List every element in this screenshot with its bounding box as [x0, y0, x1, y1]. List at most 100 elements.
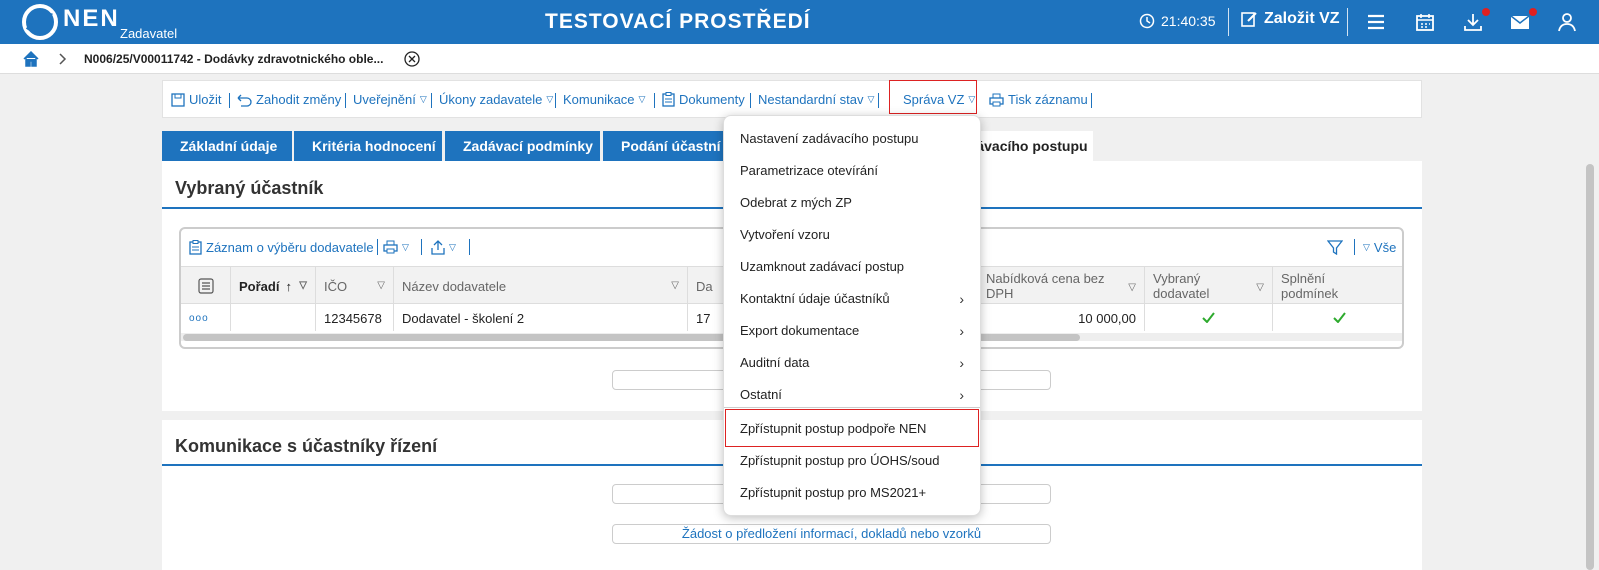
print-record-button[interactable]: Tisk záznamu	[989, 92, 1088, 107]
new-vz-button[interactable]: Založit VZ	[1240, 10, 1340, 28]
column-header-price[interactable]: Nabídková cena bez DPH ▽	[978, 267, 1145, 305]
column-header-ico[interactable]: IČO ▽	[316, 267, 394, 305]
cell-ico: 12345678	[316, 305, 394, 331]
printer-icon	[383, 240, 398, 254]
save-button[interactable]: Uložit	[171, 92, 222, 107]
menu-item-create-template[interactable]: Vytvoření vzoru	[740, 227, 970, 242]
toolbar-divider	[377, 239, 378, 255]
toolbar-divider	[654, 93, 655, 108]
column-filter-icon[interactable]: ▽	[1128, 280, 1136, 295]
export-icon	[431, 240, 445, 255]
column-filter-icon[interactable]: ▽	[671, 280, 679, 291]
mail-icon[interactable]	[1509, 11, 1531, 33]
breadcrumb-title[interactable]: N006/25/V00011742 - Dodávky zdravotnické…	[84, 52, 383, 66]
menu-icon[interactable]	[1365, 11, 1387, 33]
notification-dot	[1529, 8, 1537, 16]
column-label: Splnění podmínek	[1281, 271, 1339, 301]
publication-menu[interactable]: Uveřejnění ▽	[353, 92, 427, 107]
discard-changes-button[interactable]: Zahodit změny	[236, 92, 341, 107]
close-icon[interactable]	[404, 51, 420, 67]
chevron-right-icon	[59, 53, 67, 65]
top-bar: NEN Zadavatel TESTOVACÍ PROSTŘEDÍ 21:40:…	[0, 0, 1599, 44]
column-label: Název dodavatele	[402, 278, 507, 294]
column-filter-icon[interactable]: ▽	[1256, 280, 1264, 295]
menu-item-label: Kontaktní údaje účastníků	[740, 291, 890, 306]
home-icon[interactable]	[22, 50, 40, 68]
save-icon	[171, 92, 185, 107]
cell-selected	[1145, 305, 1273, 331]
download-icon[interactable]	[1462, 11, 1484, 33]
column-filter-icon[interactable]: ▽	[377, 280, 385, 291]
cell-supplier: Dodavatel - školení 2	[394, 305, 688, 331]
menu-item-share-uohs[interactable]: Zpřístupnit postup pro ÚOHS/soud	[740, 453, 970, 468]
column-header-conditions[interactable]: Splnění podmínek	[1273, 267, 1402, 305]
documents-label: Dokumenty	[679, 92, 745, 107]
filter-icon[interactable]	[1327, 240, 1343, 255]
menu-item-label: Ostatní	[740, 387, 782, 402]
nonstandard-state-menu[interactable]: Nestandardní stav ▽	[758, 92, 874, 107]
toolbar-divider	[555, 93, 556, 108]
chevron-right-icon: ›	[959, 291, 964, 307]
menu-item-opening-parameters[interactable]: Parametrizace otevírání	[740, 163, 970, 178]
grid-print-menu[interactable]: ▽	[383, 240, 409, 254]
dropdown-arrow-icon: ▽	[402, 241, 409, 252]
printer-icon	[989, 93, 1004, 106]
column-label: Pořadí	[239, 278, 280, 294]
tab-submissions[interactable]: Podání účastní	[603, 131, 743, 161]
clipboard-icon	[189, 240, 202, 255]
cell-order	[231, 305, 316, 331]
show-all-filter[interactable]: ▽ Vše	[1363, 240, 1396, 255]
dropdown-arrow-icon: ▽	[867, 94, 875, 104]
selection-record-label: Záznam o výběru dodavatele	[206, 240, 374, 255]
row-actions-icon[interactable]: ooo	[181, 305, 231, 331]
column-header-order[interactable]: Pořadí ↑ ▽	[231, 267, 316, 305]
vertical-scrollbar[interactable]	[1586, 164, 1594, 570]
tab-basic-data[interactable]: Základní údaje	[162, 131, 292, 161]
clock-icon	[1139, 13, 1155, 29]
toolbar-divider	[421, 239, 422, 255]
dropdown-arrow-icon: ▽	[1363, 242, 1370, 252]
menu-item-export-docs[interactable]: Export dokumentace ›	[740, 323, 970, 339]
nen-logo-icon[interactable]	[22, 4, 58, 40]
column-filter-icon[interactable]: ▽	[299, 280, 307, 291]
grid-export-menu[interactable]: ▽	[431, 240, 456, 255]
environment-title: TESTOVACÍ PROSTŘEDÍ	[545, 10, 811, 33]
check-icon	[1333, 312, 1346, 324]
user-icon[interactable]	[1556, 11, 1578, 33]
nonstandard-state-label: Nestandardní stav	[758, 92, 864, 107]
column-label: Vybraný dodavatel	[1153, 271, 1210, 301]
breadcrumb: N006/25/V00011742 - Dodávky zdravotnické…	[0, 44, 1599, 74]
menu-item-lock-procedure[interactable]: Uzamknout zadávací postup	[740, 259, 970, 274]
toolbar-divider	[1091, 93, 1092, 108]
logo-text: NEN	[63, 5, 120, 32]
dropdown-arrow-icon: ▽	[546, 94, 554, 104]
column-settings-icon	[197, 278, 214, 294]
communication-menu[interactable]: Komunikace ▽	[563, 92, 645, 107]
tab-contract-conditions[interactable]: Zadávací podmínky	[445, 131, 600, 161]
documents-button[interactable]: Dokumenty	[662, 92, 745, 107]
undo-icon	[237, 94, 252, 107]
header-divider	[1228, 8, 1229, 36]
clock-time: 21:40:35	[1161, 13, 1216, 29]
column-header-selected[interactable]: Vybraný dodavatel ▽	[1145, 267, 1273, 305]
menu-item-other[interactable]: Ostatní ›	[740, 387, 970, 403]
toolbar-divider	[345, 93, 346, 108]
calendar-icon[interactable]	[1414, 11, 1436, 33]
sprava-vz-dropdown: Nastavení zadávacího postupu Parametriza…	[723, 115, 981, 516]
menu-item-audit-data[interactable]: Auditní data ›	[740, 355, 970, 371]
column-header-supplier[interactable]: Název dodavatele ▽	[394, 267, 688, 305]
contracting-acts-menu[interactable]: Úkony zadavatele ▽	[439, 92, 553, 107]
menu-item-procedure-settings[interactable]: Nastavení zadávacího postupu	[740, 131, 970, 146]
menu-item-share-ms2021[interactable]: Zpřístupnit postup pro MS2021+	[740, 485, 970, 500]
column-settings-cell[interactable]	[181, 267, 231, 305]
toolbar-divider	[750, 93, 751, 108]
menu-item-contact-details[interactable]: Kontaktní údaje účastníků ›	[740, 291, 970, 307]
header-divider	[1347, 8, 1348, 36]
selection-record-button[interactable]: Záznam o výběru dodavatele	[189, 240, 374, 255]
toolbar-divider	[1403, 239, 1404, 255]
check-icon	[1202, 312, 1215, 324]
menu-item-remove-from-my[interactable]: Odebrat z mých ZP	[740, 195, 970, 210]
request-documents-button[interactable]: Žádost o předložení informací, dokladů n…	[612, 524, 1051, 544]
notification-dot	[1482, 8, 1490, 16]
tab-evaluation-criteria[interactable]: Kritéria hodnocení	[294, 131, 442, 161]
